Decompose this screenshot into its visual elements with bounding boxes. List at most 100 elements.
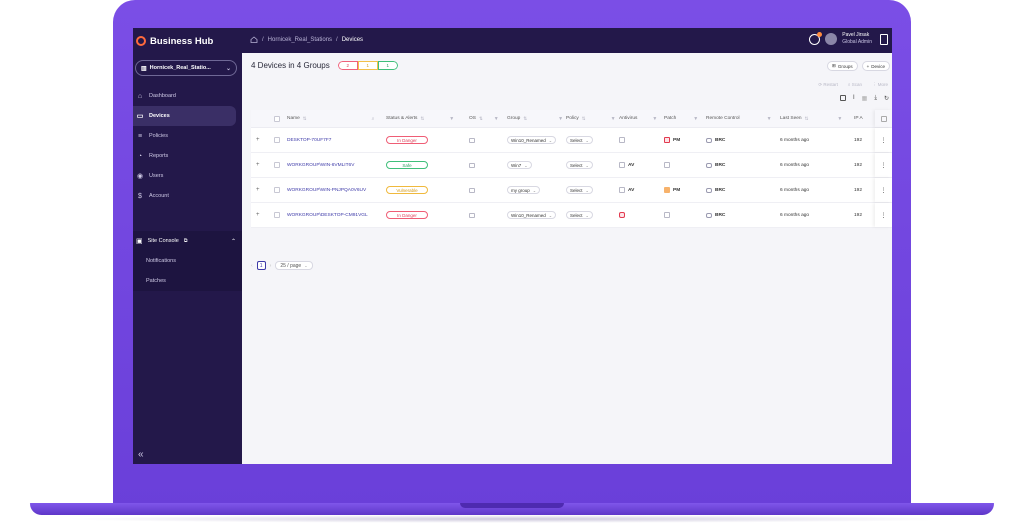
device-name-link[interactable]: WORKGROUP\WIN-6VMLIT6V [287,163,354,168]
site-selector[interactable]: ▥ Hornicek_Real_Statio... ⌄ [135,60,237,76]
download-icon[interactable]: ⤓ [874,95,877,102]
sidebar-item-dashboard[interactable]: ⌂ Dashboard [133,86,242,106]
scan-button[interactable]: ⌕ Scan [848,82,862,88]
column-remote-control[interactable]: Remote Control ▼ [706,116,772,122]
remote-control-cell[interactable]: BRC [706,137,725,143]
status-badge[interactable]: In Danger [386,136,428,144]
filter-icon[interactable]: ▼ [611,116,616,122]
brand[interactable]: Business Hub [136,34,213,48]
policy-select[interactable]: Select ⌄ [566,136,593,144]
remote-control-cell[interactable]: BRC [706,162,725,168]
sidebar-item-patches[interactable]: Patches [133,271,242,291]
group-select[interactable]: Win7 ⌄ [507,161,532,169]
device-name-link[interactable]: WORKGROUP\DESKTOP-CM91VGL [287,213,368,218]
column-last-seen[interactable]: Last Seen ⇅ ▼ [780,116,842,122]
prev-page-icon[interactable]: ‹ [251,263,253,269]
home-icon[interactable] [250,36,258,43]
expand-icon[interactable] [839,95,846,101]
device-name-link[interactable]: WORKGROUP\WIN-PNJPQA0V6UV [287,188,366,193]
column-ip[interactable]: IP A [854,116,863,121]
remote-control-cell[interactable]: BRC [706,187,725,193]
row-checkbox[interactable] [274,187,280,193]
group-select[interactable]: Win10_Renamed ⌄ [507,136,557,144]
status-badge[interactable]: Safe [386,161,428,169]
sidebar-item-reports[interactable]: ◔ Reports [133,146,242,166]
groups-button[interactable]: ⊞ Groups [827,61,858,71]
row-menu-icon[interactable]: ⋮ [875,128,892,152]
danger-count-badge[interactable]: 2 [337,61,358,70]
remote-control-cell[interactable]: BRC [706,212,725,218]
page-number-button[interactable]: 1 [256,261,266,270]
expand-row-icon[interactable]: + [256,162,260,168]
expand-row-icon[interactable]: + [256,137,260,143]
safe-count-badge[interactable]: 1 [377,61,398,70]
building-icon[interactable] [880,33,888,45]
sort-icon: ⇅ [804,115,809,121]
search-icon[interactable]: ⌕ [372,116,375,122]
refresh-icon[interactable]: ↻ [884,95,889,102]
filter-icon[interactable]: ▼ [558,116,563,122]
status-badge[interactable]: In Danger [386,211,428,219]
next-page-icon[interactable]: › [270,263,272,269]
clock-icon[interactable] [809,31,823,45]
restart-button[interactable]: ⟳ Restart [818,82,838,88]
column-settings-icon[interactable] [875,110,892,127]
text-height-icon[interactable]: I [853,95,855,102]
column-policy[interactable]: Policy ⇅ ▼ [566,116,616,122]
column-os[interactable]: OS ⇅ ▼ [469,116,499,122]
collapse-sidebar-icon[interactable]: « [138,449,144,460]
breadcrumb-site[interactable]: Hornicek_Real_Stations [268,37,332,43]
sidebar-item-policies[interactable]: ≡ Policies [133,126,242,146]
more-button[interactable]: ⋮ More [872,82,888,88]
last-seen-cell: 6 months ago [780,162,810,168]
row-checkbox[interactable] [274,212,280,218]
policy-select[interactable]: Select ⌄ [566,186,593,194]
sidebar-item-users[interactable]: ◉ Users [133,166,242,186]
avatar[interactable] [825,33,838,45]
column-status[interactable]: Status & Alerts ⇅ ▼ [386,116,454,122]
group-select[interactable]: my group ⌄ [507,186,541,194]
checkbox-icon [274,162,280,168]
warning-count-badge[interactable]: 1 [357,61,378,70]
sidebar-item-devices[interactable]: ▭ Devices [133,106,236,126]
column-patch[interactable]: Patch ▼ [664,116,698,122]
remote-control-icon [706,212,712,218]
expand-row-icon[interactable]: + [256,187,260,193]
status-cell: Vulnerable [386,186,428,194]
row-menu-icon[interactable]: ⋮ [875,203,892,227]
select-all-checkbox[interactable] [274,115,280,122]
row-checkbox[interactable] [274,137,280,143]
policy-select[interactable]: Select ⌄ [566,211,593,219]
status-badge[interactable]: Vulnerable [386,186,428,194]
add-device-button[interactable]: + Device [861,61,890,71]
filter-icon[interactable]: ▼ [449,116,454,122]
sidebar-item-label: Users [149,173,164,179]
columns-icon[interactable]: ▦ [862,95,868,102]
filter-icon[interactable]: ▼ [837,116,842,122]
antivirus-icon [619,137,625,143]
group-select[interactable]: Win10_Renamed ⌄ [507,211,557,219]
filter-icon[interactable]: ▼ [652,116,657,122]
expand-row-icon[interactable]: + [256,212,260,218]
table-row[interactable]: + DESKTOP-70UF7F7 In Danger Win10_Rename… [251,128,892,153]
policy-select[interactable]: Select ⌄ [566,161,593,169]
column-group[interactable]: Group ⇅ ▼ [507,116,563,122]
device-name-link[interactable]: DESKTOP-70UF7F7 [287,138,331,143]
column-antivirus[interactable]: Antivirus ▼ [619,116,657,122]
sidebar-item-notifications[interactable]: Notifications [133,251,242,271]
table-row[interactable]: + WORKGROUP\DESKTOP-CM91VGL In Danger Wi… [251,203,892,228]
filter-icon[interactable]: ▼ [767,116,772,122]
table-row[interactable]: + WORKGROUP\WIN-6VMLIT6V Safe Win7 ⌄ Sele… [251,153,892,178]
devices-table: Name ⇅ ⌕ Status & Alerts ⇅ ▼ OS ⇅ ▼ Group ⇅ ▼ Po… [251,110,892,228]
sidebar-item-account[interactable]: $ Account [133,186,242,206]
filter-icon[interactable]: ▼ [494,116,499,122]
table-row[interactable]: + WORKGROUP\WIN-PNJPQA0V6UV Vulnerable m… [251,178,892,203]
user-block[interactable]: Pavel Jirsak Global Admin [842,32,872,46]
column-name[interactable]: Name ⇅ ⌕ [287,116,374,122]
row-checkbox[interactable] [274,162,280,168]
row-menu-icon[interactable]: ⋮ [875,153,892,177]
filter-icon[interactable]: ▼ [693,116,698,122]
page-size-select[interactable]: 25 / page ⌄ [275,261,313,270]
site-console-toggle[interactable]: ▣ Site Console ⧉ ⌃ [133,231,242,251]
row-menu-icon[interactable]: ⋮ [875,178,892,202]
